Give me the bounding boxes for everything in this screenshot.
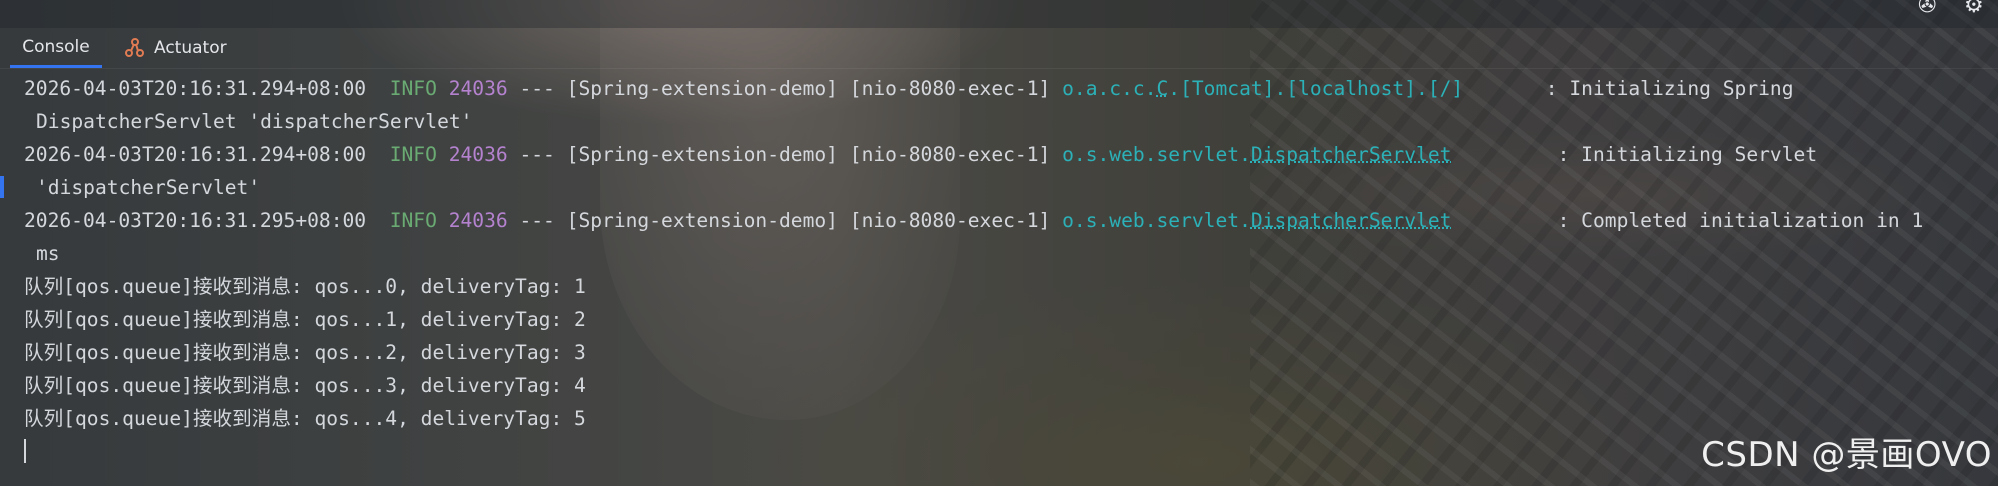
ide-console-window: ✇ ⚙ Console Actuator 2026-04-03T20:16:31… [0, 0, 1998, 486]
tool-window-tabs: Console Actuator [0, 28, 1998, 69]
actuator-icon [124, 37, 146, 59]
log-timestamp: 2026-04-03T20:16:31.294+08:00 [24, 143, 367, 166]
output-line: 队列[qos.queue]接收到消息: qos...2, deliveryTag… [24, 341, 586, 364]
logger-prefix: o.s.web.servlet. [1062, 209, 1251, 232]
tool-window-header: ✇ ⚙ [0, 0, 1998, 28]
output-line: 队列[qos.queue]接收到消息: qos...4, deliveryTag… [24, 407, 586, 430]
log-app-name: [Spring-extension-demo] [566, 143, 838, 166]
output-line: 队列[qos.queue]接收到消息: qos...0, deliveryTag… [24, 275, 586, 298]
log-continuation: DispatcherServlet 'dispatcherServlet' [36, 110, 473, 133]
tab-console[interactable]: Console [10, 28, 102, 68]
output-line: 队列[qos.queue]接收到消息: qos...3, deliveryTag… [24, 374, 586, 397]
logger-class-link[interactable]: DispatcherServlet [1251, 143, 1452, 166]
log-thread: [nio-8080-exec-1] [849, 209, 1051, 232]
tab-actuator[interactable]: Actuator [124, 28, 244, 68]
logger-class-link[interactable]: C [1157, 77, 1169, 100]
log-app-name: [Spring-extension-demo] [566, 209, 838, 232]
text-cursor [24, 438, 26, 463]
watermark: CSDN @景画OVO [1701, 435, 1992, 475]
log-separator: --- [519, 143, 555, 166]
logger-suffix: .[Tomcat].[localhost].[/] [1168, 77, 1464, 100]
logger-prefix: o.a.c.c. [1062, 77, 1157, 100]
log-timestamp: 2026-04-03T20:16:31.294+08:00 [24, 77, 367, 100]
console-lines: 2026-04-03T20:16:31.294+08:00 INFO 24036… [24, 72, 1984, 468]
log-pid: 24036 [448, 143, 508, 166]
logger-prefix: o.s.web.servlet. [1062, 143, 1251, 166]
log-timestamp: 2026-04-03T20:16:31.295+08:00 [24, 209, 367, 232]
log-pid: 24036 [448, 77, 508, 100]
log-separator: --- [519, 209, 555, 232]
log-line: 2026-04-03T20:16:31.294+08:00 INFO 24036… [24, 138, 1984, 171]
output-line: 队列[qos.queue]接收到消息: qos...1, deliveryTag… [24, 308, 586, 331]
log-level: INFO [389, 209, 437, 232]
logger-class-link[interactable]: DispatcherServlet [1251, 209, 1452, 232]
log-line: 2026-04-03T20:16:31.294+08:00 INFO 24036… [24, 72, 1984, 105]
gutter-wrap-marker [0, 176, 4, 198]
tab-actuator-label: Actuator [154, 38, 227, 58]
log-line: 2026-04-03T20:16:31.295+08:00 INFO 24036… [24, 204, 1984, 237]
log-thread: [nio-8080-exec-1] [849, 143, 1051, 166]
log-continuation: ms [36, 242, 60, 265]
log-logger[interactable]: o.a.c.c.C.[Tomcat].[localhost].[/] [1062, 77, 1463, 100]
log-app-name: [Spring-extension-demo] [566, 77, 838, 100]
log-logger[interactable]: o.s.web.servlet.DispatcherServlet [1062, 209, 1451, 232]
log-thread: [nio-8080-exec-1] [849, 77, 1051, 100]
tab-console-label: Console [22, 36, 90, 57]
log-level: INFO [389, 77, 437, 100]
log-level: INFO [389, 143, 437, 166]
gear-icon[interactable]: ⚙ [1964, 0, 1984, 18]
log-message: : Initializing Spring [1545, 77, 1794, 100]
log-continuation: 'dispatcherServlet' [36, 176, 261, 199]
globe-icon[interactable]: ✇ [1918, 0, 1936, 18]
console-output[interactable]: 2026-04-03T20:16:31.294+08:00 INFO 24036… [0, 72, 1998, 486]
log-message: : Initializing Servlet [1557, 143, 1818, 166]
log-separator: --- [519, 77, 555, 100]
console-input-line[interactable] [24, 435, 1984, 468]
log-logger[interactable]: o.s.web.servlet.DispatcherServlet [1062, 143, 1451, 166]
log-pid: 24036 [448, 209, 508, 232]
log-message: : Completed initialization in 1 [1557, 209, 1924, 232]
